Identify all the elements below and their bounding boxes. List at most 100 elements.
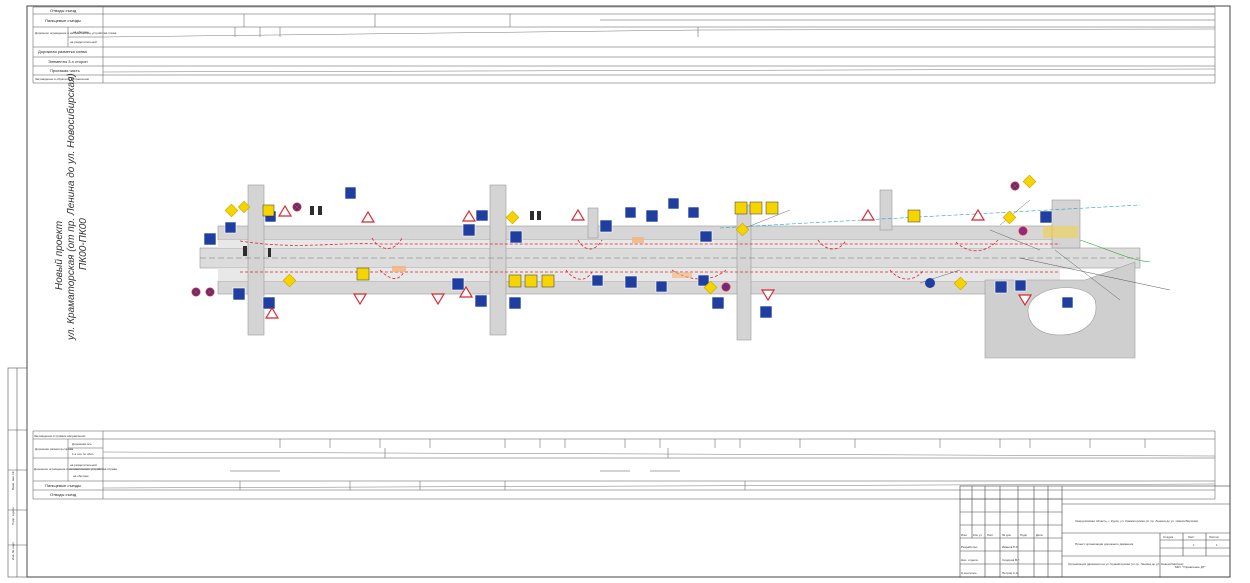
top-row-label-0: Отводы съезд xyxy=(50,8,77,13)
drawing-title-line-3: ПК00-ПК00 xyxy=(78,218,89,270)
sign-no-entry-icon xyxy=(721,282,731,292)
sign-warning-icon xyxy=(541,274,555,288)
bottom-subrow-3: на обочине xyxy=(73,474,89,478)
sign-crosswalk-icon xyxy=(262,296,276,310)
top-row-label-1: Пальцевые съезды xyxy=(45,18,81,23)
top-row-label-5: Проезжая часть xyxy=(50,68,80,73)
sign-bus-stop-icon xyxy=(624,206,637,219)
sign-one-way-icon xyxy=(474,294,488,308)
traffic-light-icon xyxy=(310,206,314,215)
sign-crosswalk-icon xyxy=(759,305,773,319)
drawing-title-line-1: Новый проект xyxy=(54,221,65,290)
bottom-row-label-0: Заграждение в прямом направлении xyxy=(34,434,86,438)
sign-direction-icon xyxy=(645,209,659,223)
traffic-light-icon xyxy=(318,206,322,215)
sign-give-way-icon xyxy=(352,293,368,306)
tb-sheets-value: 1 xyxy=(1216,543,1218,547)
sign-main-road-icon xyxy=(224,203,239,218)
sign-give-way-icon xyxy=(970,208,986,221)
sign-warning-icon xyxy=(524,274,538,288)
tb-sheet-label: Лист xyxy=(1188,535,1195,539)
top-row-label-6: Заграждение в обратном направлении xyxy=(35,77,89,81)
sign-one-way-icon xyxy=(711,296,725,310)
sign-crosswalk-icon xyxy=(509,230,523,244)
top-subrow-1: на разделительной xyxy=(70,40,97,44)
bottom-row-label-4: Отводы съезд xyxy=(50,492,77,497)
sign-crosswalk-icon xyxy=(232,287,246,301)
road-plan xyxy=(199,184,1171,359)
sign-bus-stop-icon xyxy=(1061,296,1074,309)
top-subrow-0: на обочине xyxy=(73,30,89,34)
stamp-label-sign: Подп. и дата xyxy=(11,507,15,525)
traffic-light-icon xyxy=(537,211,541,220)
traffic-light-icon xyxy=(243,246,247,256)
bottom-row-label-2: Дорожное ограждение и направляющие устро… xyxy=(34,467,117,471)
traffic-light-icon xyxy=(268,248,271,257)
tb-col-sign: Подп. xyxy=(1020,533,1028,537)
sign-crosswalk-icon xyxy=(462,223,476,237)
tb-name-0: Иванов П.Р. xyxy=(1002,545,1019,549)
tb-name-2: Петров А.А. xyxy=(1002,571,1019,575)
sign-direction-icon xyxy=(599,219,613,233)
sign-give-way-icon xyxy=(430,293,446,306)
sign-main-road-icon xyxy=(1002,210,1017,225)
tb-col-list: Лист xyxy=(987,533,994,537)
top-row-label-3: Дорожная разметка слева xyxy=(38,49,87,54)
sign-parking-icon xyxy=(344,186,357,200)
bottom-row-label-1: Дорожная разметка справа xyxy=(35,447,73,451)
tb-sheet-value: 1 xyxy=(1193,543,1195,547)
sign-warning-icon xyxy=(262,204,275,217)
sign-warning-icon xyxy=(508,274,522,288)
drawing-title-line-2: ул. Краматорская (от пр. Ленина до ул. Н… xyxy=(65,73,77,341)
sign-give-way-icon xyxy=(360,210,376,223)
tb-name-1: Сидоров В.Г. xyxy=(1002,558,1020,562)
sign-warning-icon xyxy=(734,201,748,215)
sign-direction-icon xyxy=(1014,279,1027,292)
tb-project: Проект организации дорожного движения xyxy=(1075,542,1134,546)
sign-give-way-icon xyxy=(264,306,280,319)
sign-warning-icon xyxy=(356,267,370,281)
bottom-subrow-2: на разделительной xyxy=(70,463,97,467)
tb-sheet-title: Организация движения на ул. Краматорская… xyxy=(1068,562,1183,566)
sign-direction-icon xyxy=(1039,210,1053,224)
top-row-label-4: Элементы 3-х сторон xyxy=(48,59,88,64)
sign-direction-icon xyxy=(699,230,713,243)
tb-col-izm: Изм. xyxy=(961,533,968,537)
tb-role-0: Разработал xyxy=(961,545,978,549)
sign-give-way-icon xyxy=(760,289,776,302)
traffic-light-icon xyxy=(530,211,534,220)
bottom-row-label-3: Пальцевые съезды xyxy=(45,483,81,488)
sign-crosswalk-icon xyxy=(203,232,217,246)
bottom-subrow-0: Дорожная ось xyxy=(72,442,92,446)
sign-give-way-icon xyxy=(277,204,293,217)
tb-role-2: Н.контроль xyxy=(961,571,977,575)
sign-mandatory-direction-icon xyxy=(925,278,935,288)
sign-crosswalk-icon xyxy=(508,296,522,310)
sign-warning-icon xyxy=(749,201,763,215)
sign-give-way-icon xyxy=(461,209,477,222)
tb-col-date: Дата xyxy=(1036,533,1043,537)
tb-col-kol: Кол.уч xyxy=(973,533,982,537)
sign-parking-icon xyxy=(667,197,680,210)
tb-stage-label: Стадия xyxy=(1163,535,1174,539)
sign-warning-icon xyxy=(765,201,779,215)
sign-one-way-icon xyxy=(475,209,489,222)
tb-col-doc: № док. xyxy=(1002,533,1012,537)
sign-main-road-icon xyxy=(1022,174,1037,189)
tb-org: Свердловская область, г. Курск, ул. Крам… xyxy=(1075,519,1198,523)
stamp-label-inv: Инв. № подл. xyxy=(11,541,15,560)
bottom-subrow-1: 1-я ось по обоч. xyxy=(72,452,94,456)
sign-warning-icon xyxy=(907,209,921,223)
sign-parking-icon xyxy=(687,206,700,219)
sign-crosswalk-icon xyxy=(224,221,237,234)
sign-direction-icon xyxy=(624,275,638,289)
drawing-sheet: Инв. № подл. Подп. и дата Взам. инв. № О… xyxy=(7,5,1231,578)
sign-direction-icon xyxy=(451,277,465,291)
bottom-table xyxy=(32,430,1216,500)
sign-bus-stop-icon xyxy=(655,280,668,293)
tb-role-1: Нач. отдела xyxy=(961,558,978,562)
sign-main-road-icon xyxy=(505,210,520,225)
tb-company: МКУ "Управление ДТ" xyxy=(1175,565,1206,569)
sign-no-entry-icon xyxy=(1018,226,1028,236)
top-table xyxy=(32,6,1216,84)
